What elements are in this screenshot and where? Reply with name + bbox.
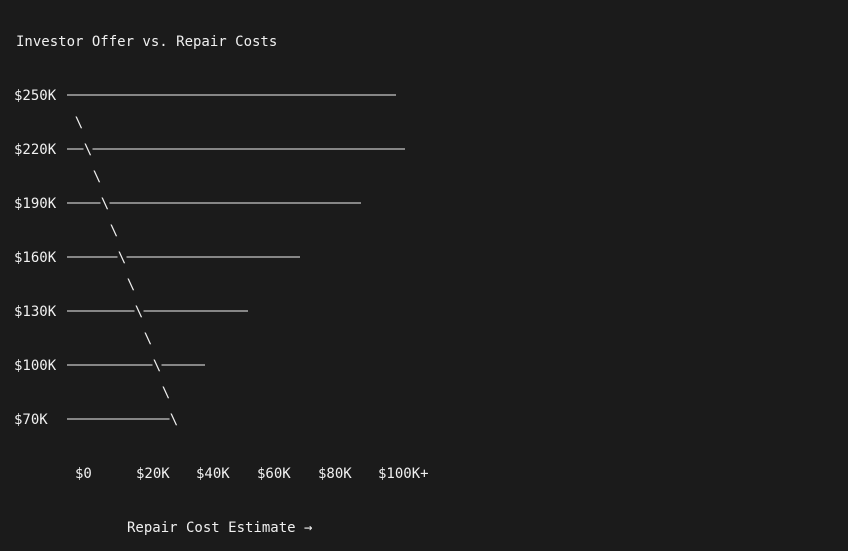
diagonal-mark: \ xyxy=(162,385,170,401)
diagonal-mark: \ xyxy=(170,412,178,428)
x-axis-label: Repair Cost Estimate → xyxy=(127,520,312,536)
diagonal-mark: \ xyxy=(75,115,83,131)
diagonal-mark: \ xyxy=(153,358,161,374)
chart-title: Investor Offer vs. Repair Costs xyxy=(16,34,277,50)
diagonal-mark: \ xyxy=(127,277,135,293)
diagonal-mark: \ xyxy=(118,250,126,266)
y-tick-label: $130K xyxy=(14,304,57,320)
diagonal-mark: \ xyxy=(135,304,143,320)
y-tick-label: $190K xyxy=(14,196,57,212)
y-tick-label: $70K xyxy=(14,412,48,428)
diagonal-mark: \ xyxy=(110,223,118,239)
x-tick-label: $100K+ xyxy=(378,466,429,482)
y-tick-label: $250K xyxy=(14,88,57,104)
x-tick-label: $60K xyxy=(257,466,291,482)
offer-vs-repair-chart: Investor Offer vs. Repair Costs $250K \ $2… xyxy=(14,34,429,536)
y-tick-label: $160K xyxy=(14,250,57,266)
diagonal-mark: \ xyxy=(84,142,92,158)
diagonal-mark: \ xyxy=(144,331,152,347)
diagonal-mark: \ xyxy=(101,196,109,212)
y-tick-label: $220K xyxy=(14,142,57,158)
x-tick-label: $80K xyxy=(318,466,352,482)
y-tick-label: $100K xyxy=(14,358,57,374)
diagonal-mark: \ xyxy=(93,169,101,185)
x-tick-label: $0 xyxy=(75,466,92,482)
chart-rows: $250K\$220K \\$190K \\$160K \\$130K \\$100K \… xyxy=(14,88,405,428)
x-axis-ticks: $0 $20K $40K $60K $80K $100K+ xyxy=(75,466,429,482)
x-tick-label: $20K xyxy=(136,466,170,482)
x-tick-label: $40K xyxy=(196,466,230,482)
